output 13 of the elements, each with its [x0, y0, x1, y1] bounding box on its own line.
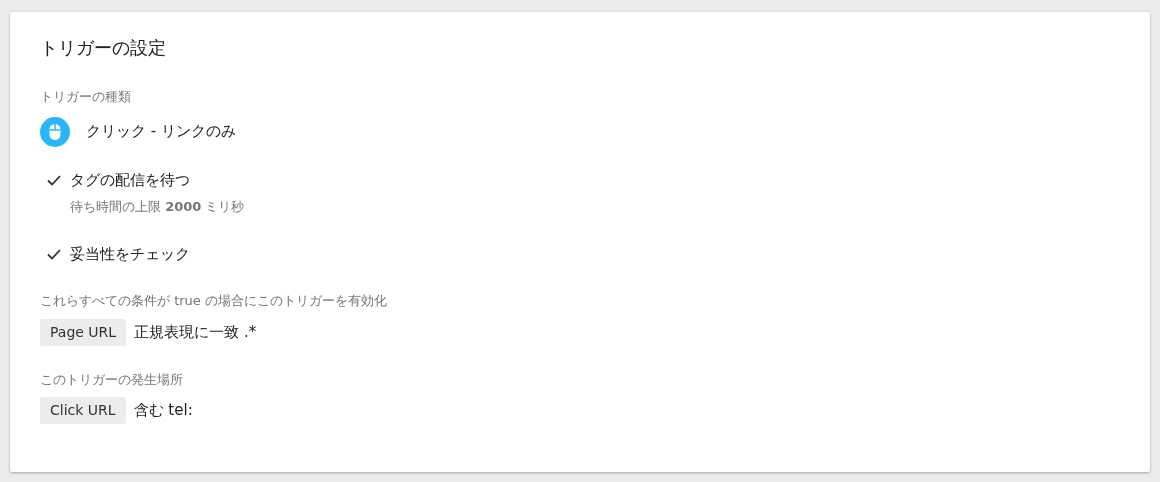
variable-chip: Click URL	[40, 397, 126, 424]
trigger-type: クリック - リンクのみ	[86, 121, 236, 143]
mouse-icon	[40, 116, 70, 147]
condition-text: 正規表現に一致 .*	[134, 321, 257, 343]
condition-text: 含む tel:	[133, 400, 193, 422]
section-label: これらすべての条件が true の場合にこのトリガーを有効化	[40, 292, 388, 310]
option-label: 妥当性をチェック	[70, 243, 190, 265]
option-label: タグの配信を待つ	[70, 169, 190, 191]
variable-chip: Page URL	[40, 318, 127, 346]
card-title: トリガーの設定	[40, 36, 167, 60]
option-detail: 待ち時間の上限 2000 ミリ秒	[70, 198, 246, 216]
section-label: このトリガーの発生場所	[40, 370, 184, 389]
section-label: トリガーの種類	[40, 88, 132, 106]
